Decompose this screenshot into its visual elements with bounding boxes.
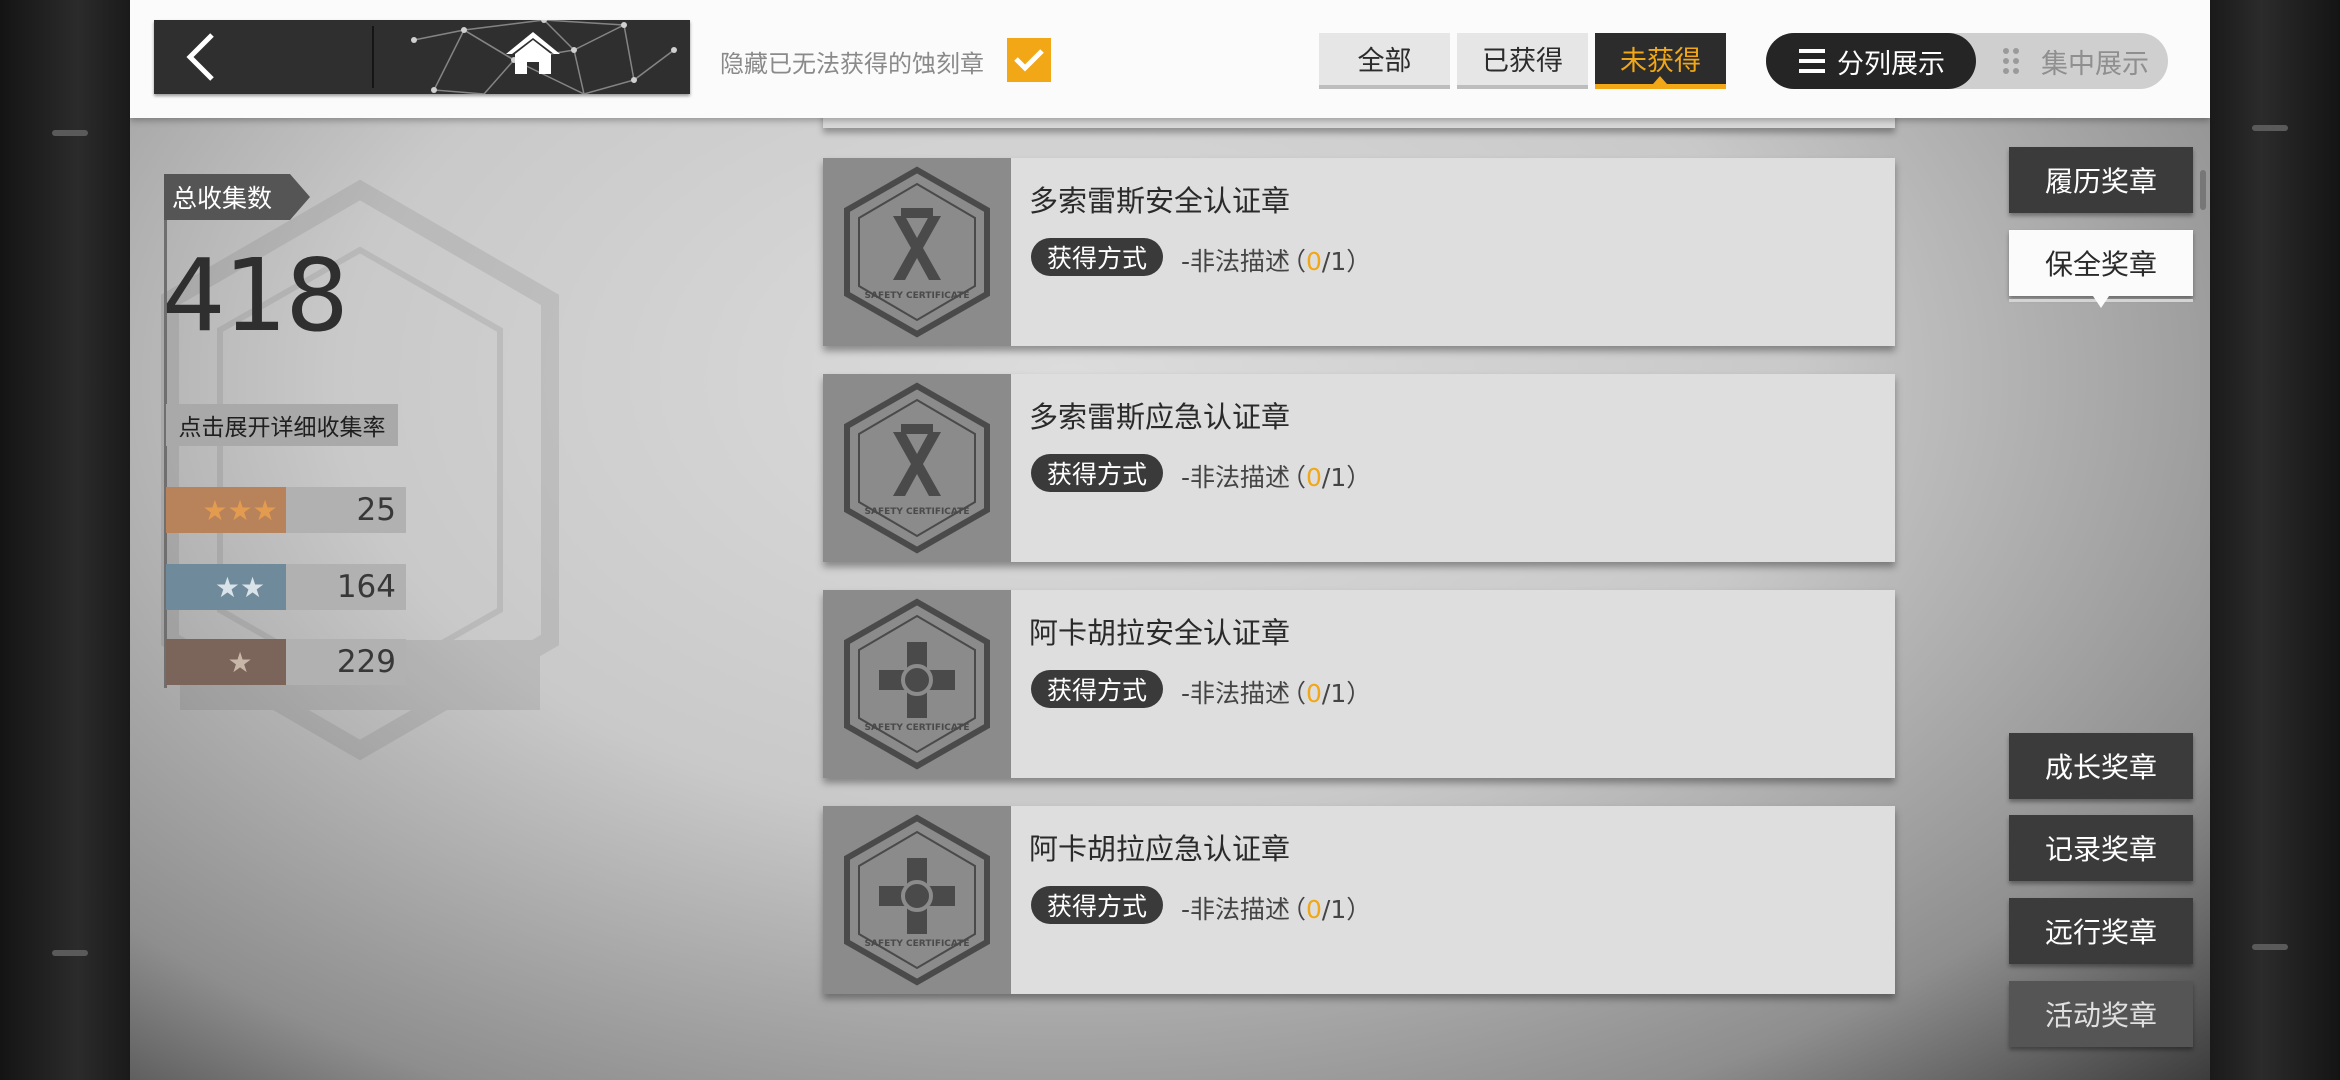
- chevron-left-icon: [186, 33, 214, 81]
- grid-dots-icon: [2003, 48, 2019, 74]
- home-icon: [506, 32, 560, 74]
- aqaheera-emblem-icon: SAFETY CERTIFICATE: [844, 814, 990, 986]
- emblem-caption: SAFETY CERTIFICATE: [865, 723, 970, 733]
- count-have: 0: [1306, 895, 1322, 924]
- category-tab-label: 保全奖章: [2044, 248, 2157, 281]
- obtain-method-desc: -非法描述: [1181, 895, 1291, 924]
- filter-unobtained-tab[interactable]: 未获得: [1595, 33, 1726, 89]
- medal-name: 阿卡胡拉安全认证章: [1029, 616, 1291, 650]
- count-open: （: [1281, 463, 1307, 492]
- navigation-box: [154, 20, 690, 94]
- medal-progress: （0/1）: [1281, 458, 1371, 494]
- filter-obtained-tab[interactable]: 已获得: [1457, 33, 1588, 89]
- emblem-caption: SAFETY CERTIFICATE: [865, 939, 970, 949]
- medal-name: 阿卡胡拉应急认证章: [1029, 832, 1291, 866]
- checkmark-icon: [1014, 49, 1044, 72]
- filter-unobtained-label: 未获得: [1620, 46, 1701, 77]
- back-button[interactable]: [154, 20, 372, 94]
- star-rarity-row-2: ★★ 164: [166, 564, 406, 610]
- active-tab-pointer: [2093, 296, 2109, 308]
- dossoles-emblem-icon: SAFETY CERTIFICATE: [844, 166, 990, 338]
- top-bar: 隐藏已无法获得的蚀刻章 全部 已获得 未获得 分列展示 集中展示: [130, 0, 2210, 118]
- category-scrollbar[interactable]: [2200, 170, 2206, 210]
- obtain-method-desc: -非法描述: [1181, 247, 1291, 276]
- category-tab-label: 远行奖章: [2044, 916, 2157, 949]
- category-tab-journey[interactable]: 远行奖章: [2009, 898, 2193, 964]
- split-view-label: 分列展示: [1837, 48, 1945, 80]
- category-tab-history[interactable]: 履历奖章: [2009, 147, 2193, 213]
- hide-unobtainable-label: 隐藏已无法获得的蚀刻章: [720, 50, 984, 78]
- split-view-button[interactable]: 分列展示: [1766, 33, 1976, 89]
- focus-view-button[interactable]: 集中展示: [1982, 33, 2168, 89]
- count-open: （: [1281, 679, 1307, 708]
- category-tab-growth[interactable]: 成长奖章: [2009, 733, 2193, 799]
- obtain-method-badge: 获得方式: [1031, 886, 1164, 924]
- count-total: /1）: [1321, 895, 1372, 924]
- medal-progress: （0/1）: [1281, 242, 1371, 278]
- count-total: /1）: [1321, 463, 1372, 492]
- category-tab-label: 履历奖章: [2044, 165, 2157, 198]
- total-collection-label: 总收集数: [164, 174, 310, 220]
- emblem-caption: SAFETY CERTIFICATE: [865, 291, 970, 301]
- medal-thumbnail: SAFETY CERTIFICATE: [823, 158, 1011, 346]
- medal-thumbnail: SAFETY CERTIFICATE: [823, 806, 1011, 994]
- two-star-count: 164: [286, 564, 406, 610]
- category-tab-label: 成长奖章: [2044, 751, 2157, 784]
- frame-notch: [52, 130, 88, 136]
- active-filter-indicator: [1653, 76, 1667, 84]
- total-collection-count: 418: [162, 237, 349, 354]
- star-rarity-row-3: ★★★ 25: [166, 487, 406, 533]
- count-have: 0: [1306, 679, 1322, 708]
- focus-view-label: 集中展示: [2041, 48, 2149, 80]
- view-mode-toggle: 分列展示 集中展示: [1766, 33, 2168, 89]
- medal-name: 多索雷斯应急认证章: [1029, 400, 1291, 434]
- home-button[interactable]: [374, 20, 690, 94]
- frame-notch: [2252, 125, 2288, 131]
- device-frame-left: [0, 0, 130, 1080]
- frame-notch: [2252, 944, 2288, 950]
- medal-card[interactable]: SAFETY CERTIFICATE 多索雷斯安全认证章 获得方式 -非法描述 …: [823, 158, 1895, 346]
- medal-progress: （0/1）: [1281, 890, 1371, 926]
- count-have: 0: [1306, 463, 1322, 492]
- category-tab-event[interactable]: 活动奖章: [2009, 981, 2193, 1047]
- obtain-method-badge: 获得方式: [1031, 238, 1164, 276]
- obtain-method-badge: 获得方式: [1031, 454, 1164, 492]
- medal-card[interactable]: SAFETY CERTIFICATE 阿卡胡拉应急认证章 获得方式 -非法描述 …: [823, 806, 1895, 994]
- category-tab-record[interactable]: 记录奖章: [2009, 815, 2193, 881]
- count-open: （: [1281, 895, 1307, 924]
- one-star-count: 229: [286, 639, 406, 685]
- list-icon: [1799, 49, 1825, 73]
- star-rarity-row-1: ★ 229: [166, 639, 406, 685]
- medal-progress: （0/1）: [1281, 674, 1371, 710]
- medal-screen: SAFETY CERTIFICATE 多索雷斯安全认证章 获得方式 -非法描述 …: [130, 0, 2210, 1080]
- emblem-caption: SAFETY CERTIFICATE: [865, 507, 970, 517]
- obtain-method-desc: -非法描述: [1181, 679, 1291, 708]
- expand-collection-rate-button[interactable]: 点击展开详细收集率: [166, 404, 398, 446]
- obtain-method-desc: -非法描述: [1181, 463, 1291, 492]
- medal-name: 多索雷斯安全认证章: [1029, 184, 1291, 218]
- medal-card[interactable]: SAFETY CERTIFICATE 阿卡胡拉安全认证章 获得方式 -非法描述 …: [823, 590, 1895, 778]
- medal-card[interactable]: SAFETY CERTIFICATE 多索雷斯应急认证章 获得方式 -非法描述 …: [823, 374, 1895, 562]
- count-open: （: [1281, 247, 1307, 276]
- hide-unobtainable-checkbox[interactable]: [1007, 38, 1051, 82]
- medal-thumbnail: SAFETY CERTIFICATE: [823, 374, 1011, 562]
- three-star-count: 25: [286, 487, 406, 533]
- obtain-method-badge: 获得方式: [1031, 670, 1164, 708]
- category-tab-security[interactable]: 保全奖章: [2009, 230, 2193, 308]
- count-have: 0: [1306, 247, 1322, 276]
- count-total: /1）: [1321, 247, 1372, 276]
- aqaheera-emblem-icon: SAFETY CERTIFICATE: [844, 598, 990, 770]
- category-tab-label: 记录奖章: [2044, 833, 2157, 866]
- dossoles-emblem-icon: SAFETY CERTIFICATE: [844, 382, 990, 554]
- count-total: /1）: [1321, 679, 1372, 708]
- medal-thumbnail: SAFETY CERTIFICATE: [823, 590, 1011, 778]
- device-frame-right: [2210, 0, 2340, 1080]
- frame-notch: [52, 950, 88, 956]
- category-tab-label: 活动奖章: [2044, 999, 2157, 1032]
- filter-all-tab[interactable]: 全部: [1319, 33, 1450, 89]
